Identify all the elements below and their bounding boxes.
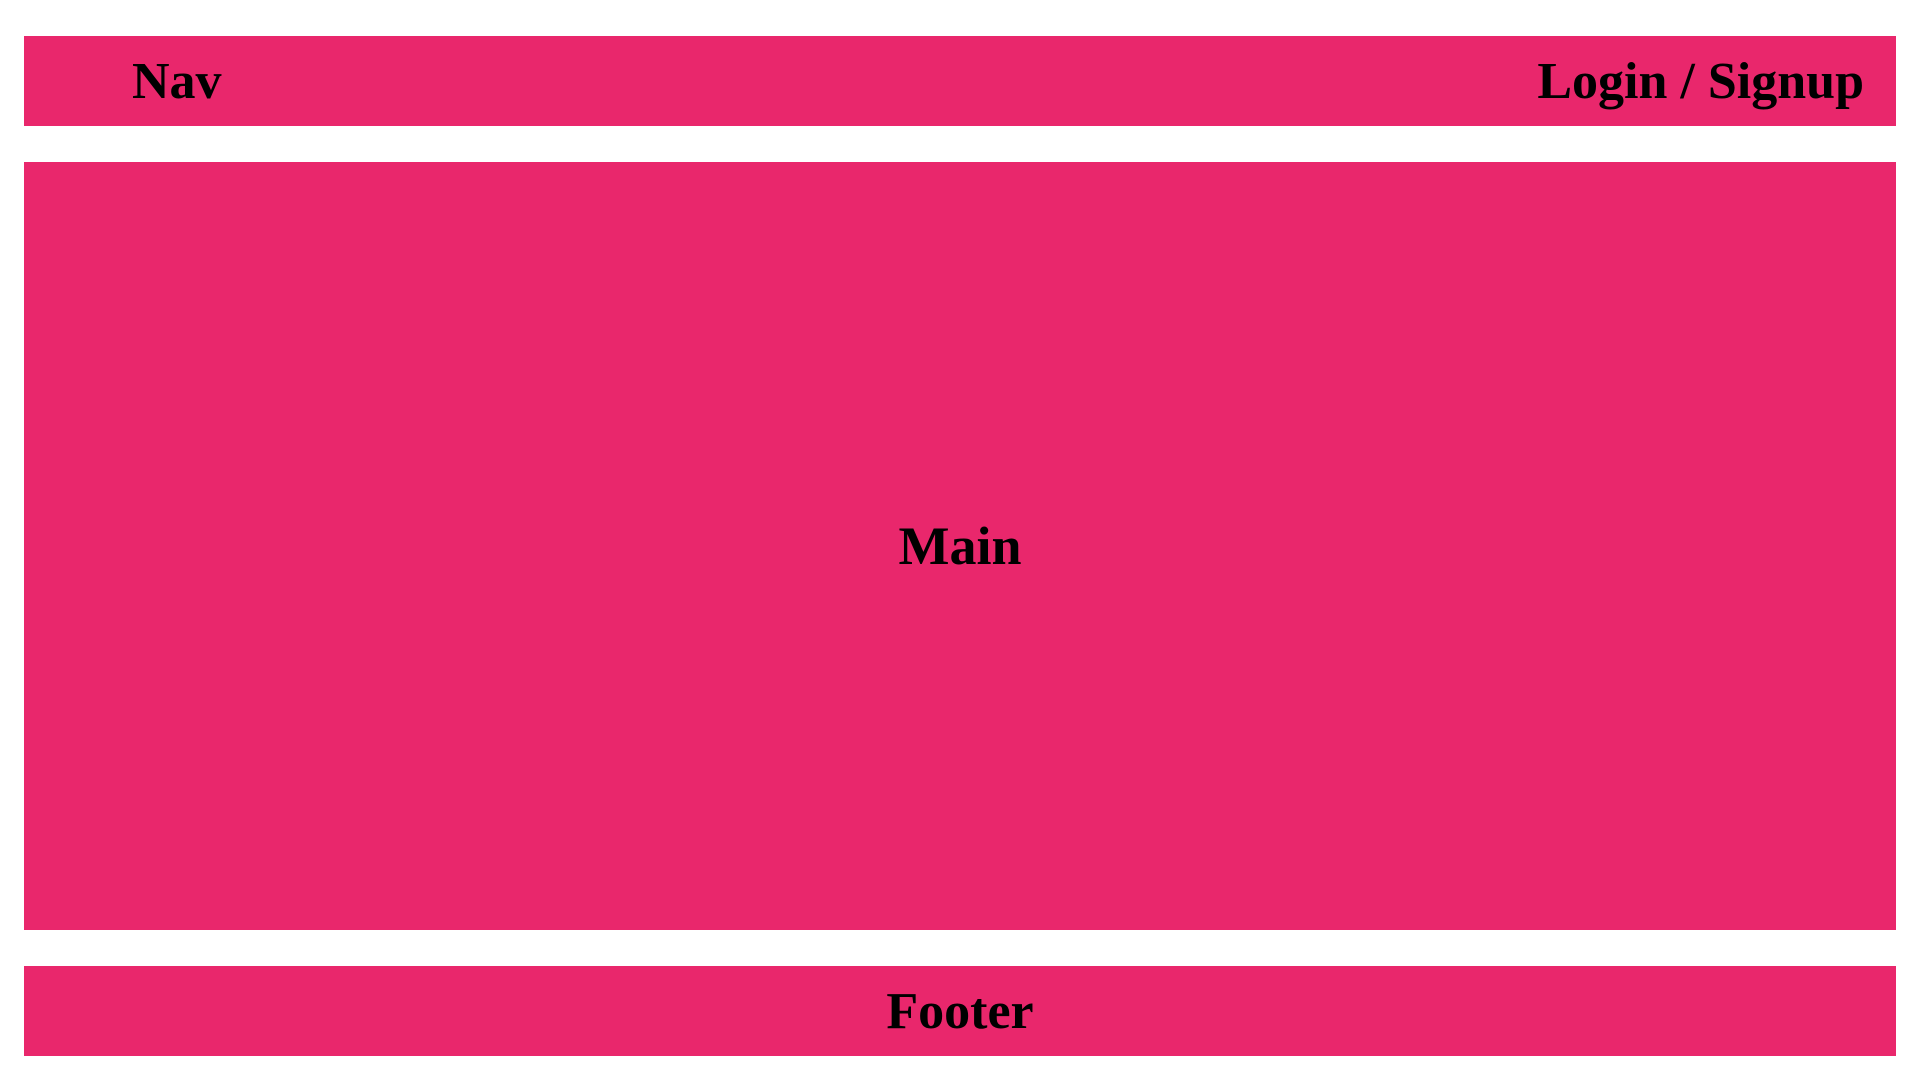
login-signup-link[interactable]: Login / Signup [1537,52,1864,111]
main-region: Main [24,162,1896,930]
footer-label: Footer [886,982,1033,1041]
header-bar: Nav Login / Signup [24,36,1896,126]
footer-region: Footer [24,966,1896,1056]
main-label: Main [898,515,1021,577]
nav-label[interactable]: Nav [132,52,222,111]
